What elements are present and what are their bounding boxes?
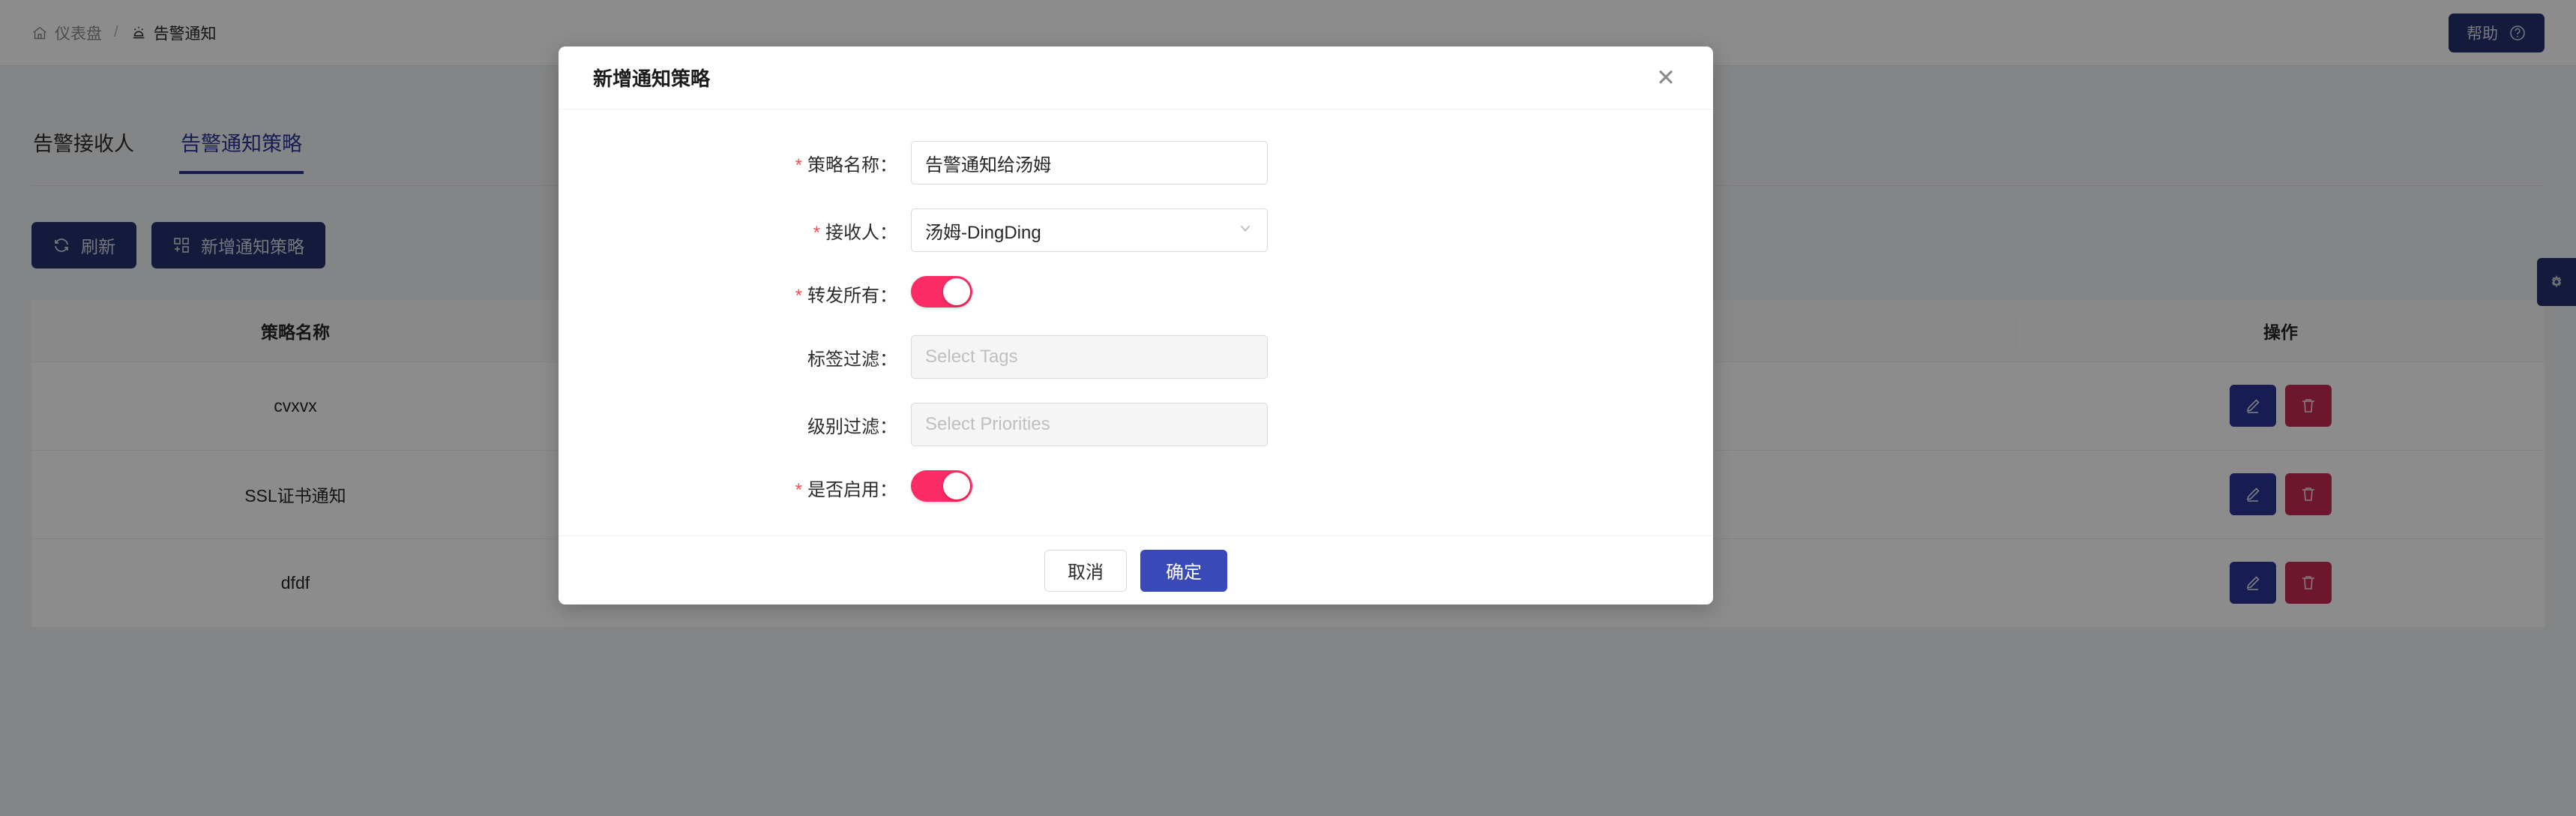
- enabled-toggle[interactable]: [911, 470, 972, 502]
- label-enabled: * 是否启用：: [795, 480, 897, 500]
- label-priority-filter: 级别过滤：: [807, 416, 897, 437]
- policy-name-input[interactable]: [911, 141, 1268, 184]
- cancel-button[interactable]: 取消: [1044, 549, 1127, 592]
- form-row-priority-filter: 级别过滤：: [559, 403, 1713, 446]
- required-star: *: [813, 222, 820, 243]
- required-star: *: [795, 480, 802, 500]
- label-receiver: * 接收人：: [813, 222, 897, 243]
- form-row-receiver: * 接收人： 汤姆-DingDing: [559, 208, 1713, 252]
- dialog-body: *策略名称： *接收人： 汤姆-DingDing: [559, 110, 1713, 536]
- required-star: *: [795, 286, 802, 306]
- form-row-forward-all: * 转发所有：: [559, 276, 1713, 311]
- dialog-footer: 取消 确定: [559, 536, 1713, 604]
- label-tag-filter: 标签过滤：: [807, 349, 897, 370]
- form-row-tag-filter: 标签过滤：: [559, 335, 1713, 379]
- tag-filter-input[interactable]: [911, 335, 1268, 379]
- form-row-enabled: * 是否启用：: [559, 470, 1713, 506]
- close-icon[interactable]: ✕: [1649, 62, 1683, 94]
- receiver-select[interactable]: 汤姆-DingDing: [911, 208, 1268, 252]
- chevron-down-icon: [1237, 220, 1254, 241]
- toggle-knob: [943, 472, 970, 500]
- toggle-knob: [943, 278, 970, 305]
- dialog-title: 新增通知策略: [593, 68, 711, 90]
- required-star: *: [795, 154, 802, 176]
- label-forward-all: * 转发所有：: [795, 286, 897, 306]
- receiver-select-value: 汤姆-DingDing: [925, 222, 1041, 243]
- add-notify-policy-dialog: 新增通知策略 ✕ *策略名称： *接收人： 汤姆-DingDing: [559, 46, 1713, 604]
- label-policy-name: * 策略名称：: [795, 154, 897, 176]
- form-row-policy-name: * 策略名称：: [559, 141, 1713, 184]
- dialog-header: 新增通知策略 ✕: [559, 46, 1713, 110]
- confirm-button[interactable]: 确定: [1140, 549, 1227, 592]
- priority-filter-input[interactable]: [911, 403, 1268, 446]
- forward-all-toggle[interactable]: [911, 276, 972, 308]
